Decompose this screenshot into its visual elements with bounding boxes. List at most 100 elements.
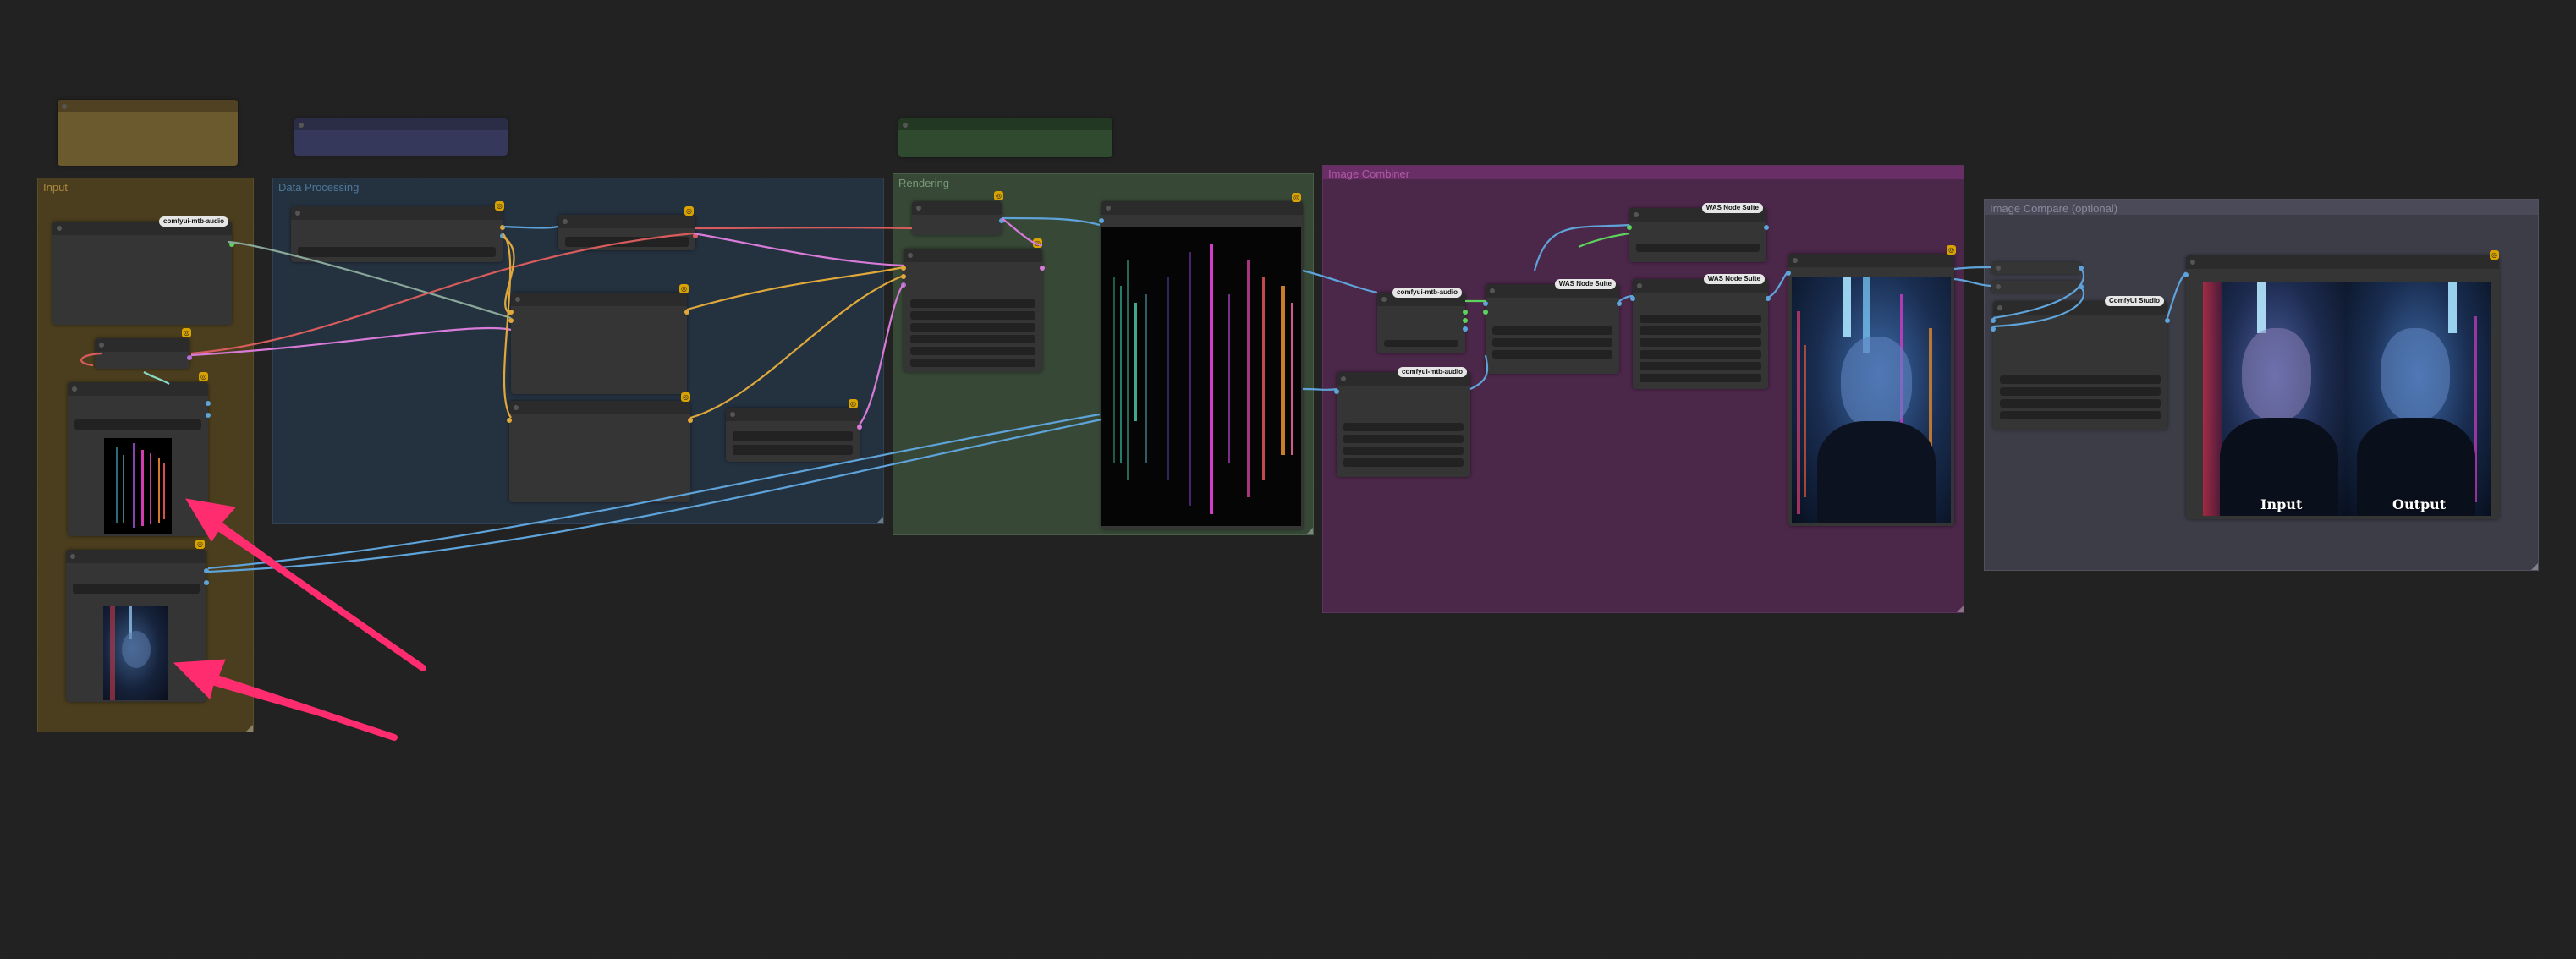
node-widget[interactable] (565, 237, 689, 247)
pin-icon[interactable]: ◎ (684, 206, 694, 216)
note-node-green[interactable] (898, 118, 1112, 157)
feature-scaler-node[interactable]: ◎ (507, 392, 693, 502)
node-widget[interactable] (1492, 326, 1612, 335)
output-slot[interactable] (187, 355, 192, 360)
node-widget[interactable] (910, 323, 1035, 332)
node-widget[interactable] (1343, 435, 1464, 443)
node-widget[interactable] (73, 584, 200, 594)
output-slot[interactable] (206, 413, 211, 418)
input-slot[interactable] (1483, 301, 1488, 306)
frame-count-node[interactable]: ◎ (912, 191, 1004, 235)
flex-render-node[interactable]: ◎ (901, 238, 1045, 372)
input-slot[interactable] (1627, 225, 1632, 230)
image-composite-node[interactable]: WAS Node Suite (1630, 274, 1771, 389)
spectrogram-preview-node[interactable]: ◎ (68, 372, 211, 536)
output-slot[interactable] (206, 401, 211, 406)
node-widget[interactable] (910, 335, 1035, 343)
mask-node[interactable]: WAS Node Suite (1627, 203, 1769, 262)
output-slot[interactable] (1040, 266, 1045, 271)
pin-icon[interactable]: ◎ (199, 372, 208, 381)
output-slot[interactable] (229, 242, 234, 247)
compare-input-a-node[interactable] (1991, 262, 2084, 274)
output-slot[interactable] (204, 568, 209, 573)
output-slot[interactable] (999, 218, 1004, 223)
input-slot[interactable] (1991, 326, 1996, 332)
note-node-blue[interactable] (294, 118, 508, 156)
output-slot[interactable] (688, 418, 693, 423)
combiner-audio-node[interactable]: comfyui-mtb-audio (1334, 367, 1470, 477)
output-slot[interactable] (2165, 318, 2170, 323)
node-widget[interactable] (2000, 399, 2161, 408)
reroute-node[interactable]: ◎ (95, 328, 192, 369)
output-slot[interactable] (684, 310, 689, 315)
output-slot[interactable] (2079, 284, 2084, 289)
audio-analysis-node[interactable]: ◎ (291, 201, 505, 262)
pin-icon[interactable]: ◎ (1292, 193, 1301, 202)
node-widget[interactable] (1640, 374, 1761, 382)
node-widget[interactable] (910, 359, 1035, 367)
node-widget[interactable] (74, 419, 201, 430)
node-widget[interactable] (1384, 340, 1458, 347)
node-widget[interactable] (1640, 338, 1761, 347)
output-slot[interactable] (500, 225, 505, 230)
node-widget[interactable] (733, 445, 853, 455)
group-resize-handle[interactable] (1957, 606, 1964, 612)
input-slot[interactable] (901, 266, 906, 271)
pin-icon[interactable]: ◎ (182, 328, 191, 337)
output-slot[interactable] (857, 425, 862, 430)
node-widget[interactable] (2000, 387, 2161, 396)
input-slot[interactable] (508, 318, 514, 323)
node-widget[interactable] (1640, 362, 1761, 370)
group-resize-handle[interactable] (876, 517, 883, 523)
output-slot[interactable] (693, 233, 698, 238)
time-feature-node[interactable]: ◎ (726, 399, 862, 462)
combined-output-node[interactable]: ◎ (1786, 245, 1956, 526)
render-preview-node[interactable]: ◎ (1099, 193, 1303, 529)
group-resize-handle[interactable] (246, 725, 253, 732)
node-widget[interactable] (910, 311, 1035, 320)
pin-icon[interactable]: ◎ (195, 540, 205, 549)
input-slot[interactable] (1483, 310, 1488, 315)
node-widget[interactable] (1640, 315, 1761, 323)
output-slot[interactable] (1766, 296, 1771, 301)
pin-icon[interactable]: ◎ (2490, 250, 2499, 260)
compare-input-b-node[interactable] (1991, 281, 2084, 293)
input-slot[interactable] (1334, 389, 1339, 394)
input-slot[interactable] (1099, 218, 1104, 223)
output-slot[interactable] (1764, 225, 1769, 230)
node-widget[interactable] (1640, 326, 1761, 335)
feature-mixer-node[interactable]: ◎ (508, 284, 689, 394)
group-resize-handle[interactable] (2531, 563, 2538, 570)
pin-icon[interactable]: ◎ (495, 201, 504, 211)
node-widget[interactable] (2000, 411, 2161, 419)
pin-icon[interactable]: ◎ (994, 191, 1003, 200)
feature-node[interactable]: ◎ (558, 206, 698, 250)
node-widget[interactable] (1492, 338, 1612, 347)
output-slot[interactable] (500, 233, 505, 238)
workflow-canvas[interactable]: Input Data Processing Rendering Image Co… (0, 0, 2576, 959)
node-widget[interactable] (1492, 350, 1612, 359)
node-widget[interactable] (1343, 423, 1464, 431)
load-image-node[interactable]: ◎ (66, 540, 209, 702)
group-resize-handle[interactable] (1306, 528, 1313, 534)
node-widget[interactable] (1636, 244, 1760, 252)
combiner-input-node[interactable]: comfyui-mtb-audio (1377, 288, 1468, 353)
input-slot[interactable] (508, 310, 514, 315)
input-slot[interactable] (1630, 296, 1635, 301)
node-widget[interactable] (733, 431, 853, 441)
input-slot[interactable] (1991, 318, 1996, 323)
node-widget[interactable] (1640, 350, 1761, 359)
output-slot[interactable] (204, 580, 209, 585)
output-slot[interactable] (2079, 266, 2084, 271)
pin-icon[interactable]: ◎ (1033, 238, 1042, 248)
compare-preview-node[interactable]: ◎ Input Output (2183, 250, 2499, 519)
pin-icon[interactable]: ◎ (849, 399, 858, 408)
image-blend-node[interactable]: WAS Node Suite (1483, 279, 1622, 374)
input-slot[interactable] (901, 282, 906, 288)
output-slot[interactable] (1463, 318, 1468, 323)
node-widget[interactable] (910, 347, 1035, 355)
node-widget[interactable] (2000, 375, 2161, 384)
pin-icon[interactable]: ◎ (1947, 245, 1956, 255)
pin-icon[interactable]: ◎ (679, 284, 689, 293)
audio-load-node[interactable]: comfyui-mtb-audio (52, 216, 234, 325)
